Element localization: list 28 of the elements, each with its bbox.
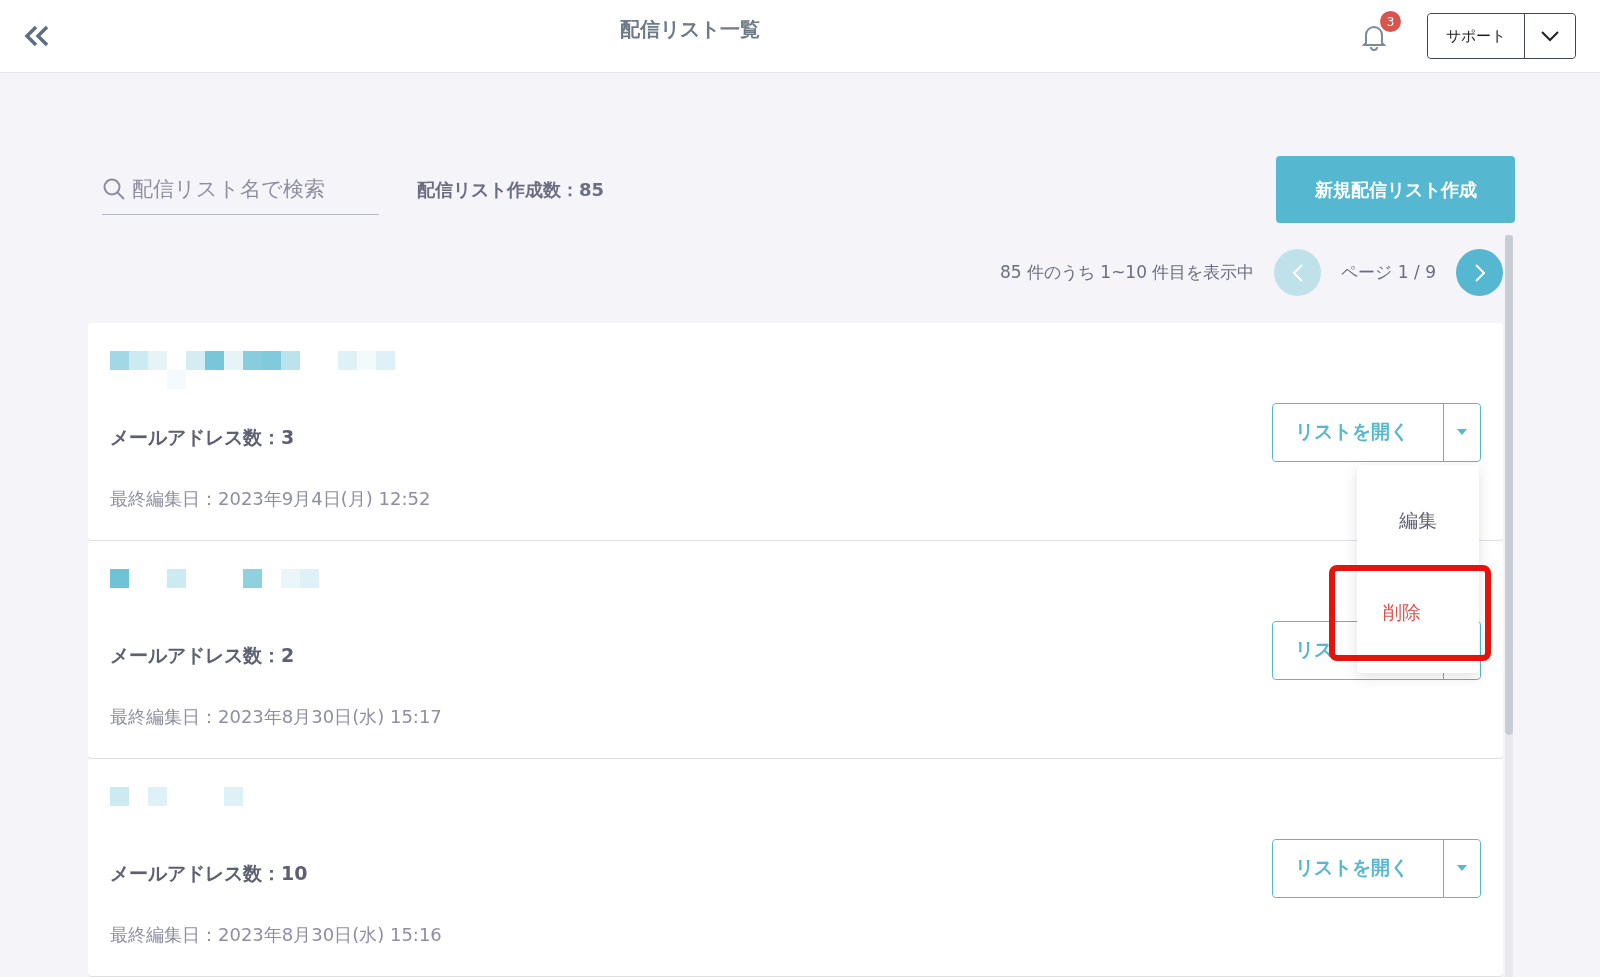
menu-item[interactable]: 削除 [1329, 564, 1491, 661]
scrollbar[interactable] [1505, 235, 1513, 977]
chevron-left-icon [1291, 262, 1304, 283]
last-edited-date: 最終編集日：2023年8月30日(水) 15:17 [110, 704, 442, 729]
caret-icon [1457, 429, 1467, 436]
chevron-down-icon [1540, 30, 1560, 42]
search-input[interactable]: 配信リスト名で検索 [130, 176, 374, 202]
open-list-button[interactable]: リストを開く [1273, 403, 1444, 461]
collapse-icon[interactable] [24, 25, 50, 47]
next-page-button[interactable] [1456, 249, 1503, 297]
open-list-button[interactable]: リストを開く [1273, 839, 1444, 897]
address-count: メールアドレス数：2 [110, 642, 295, 668]
address-count: メールアドレス数：3 [110, 424, 295, 450]
last-edited-date: 最終編集日：2023年8月30日(水) 15:16 [110, 922, 442, 947]
new-list-button[interactable]: 新規配信リスト作成 [1276, 156, 1515, 223]
notification-badge: 3 [1380, 11, 1401, 32]
page-title: 配信リスト一覧 [620, 16, 761, 43]
search-field[interactable]: 配信リスト名で検索 [102, 164, 379, 215]
address-count: メールアドレス数：10 [110, 860, 308, 886]
list-count: 配信リスト作成数：85 [417, 177, 606, 202]
pagination-summary: 85 件のうち 1~10 件目を表示中 [999, 261, 1255, 285]
search-icon [102, 177, 126, 201]
menu-item[interactable]: 編集 [1357, 476, 1479, 565]
page-indicator: ページ 1 / 9 [1341, 261, 1436, 285]
last-edited-date: 最終編集日：2023年9月4日(月) 12:52 [110, 486, 431, 511]
caret-icon [1457, 865, 1467, 872]
chevron-right-icon [1473, 262, 1486, 283]
support-button[interactable]: サポート [1428, 14, 1525, 58]
